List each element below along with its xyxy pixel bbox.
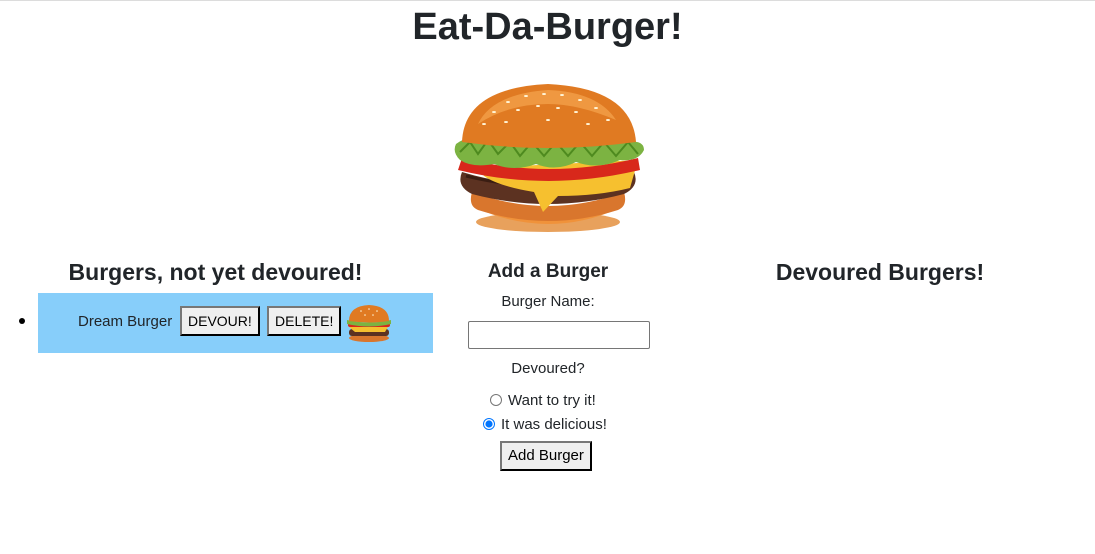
burger-hero-image [454,84,644,232]
was-delicious-radio[interactable] [483,418,495,430]
not-devoured-heading: Burgers, not yet devoured! [68,259,363,285]
was-delicious-option[interactable]: It was delicious! [483,416,607,434]
delete-button[interactable]: DELETE! [267,306,342,336]
want-to-try-radio[interactable] [490,394,502,406]
want-to-try-option[interactable]: Want to try it! [490,392,596,410]
devoured-heading: Devoured Burgers! [775,259,985,285]
burger-list-item: Dream Burger DEVOUR! DELETE! [38,293,433,353]
devour-button[interactable]: DEVOUR! [180,306,260,336]
page-title: Eat-Da-Burger! [412,6,683,48]
burger-name-label: Burger Name: [501,293,595,310]
burger-name-input[interactable] [468,321,650,349]
list-bullet [19,318,25,324]
burger-name: Dream Burger [78,313,173,330]
add-burger-heading: Add a Burger [487,261,609,282]
burger-thumbnail-icon [347,305,391,342]
want-to-try-label: Want to try it! [508,392,596,409]
window-top-border [0,0,1095,1]
was-delicious-label: It was delicious! [501,416,607,433]
add-burger-button[interactable]: Add Burger [500,441,592,471]
devoured-label: Devoured? [511,360,585,377]
